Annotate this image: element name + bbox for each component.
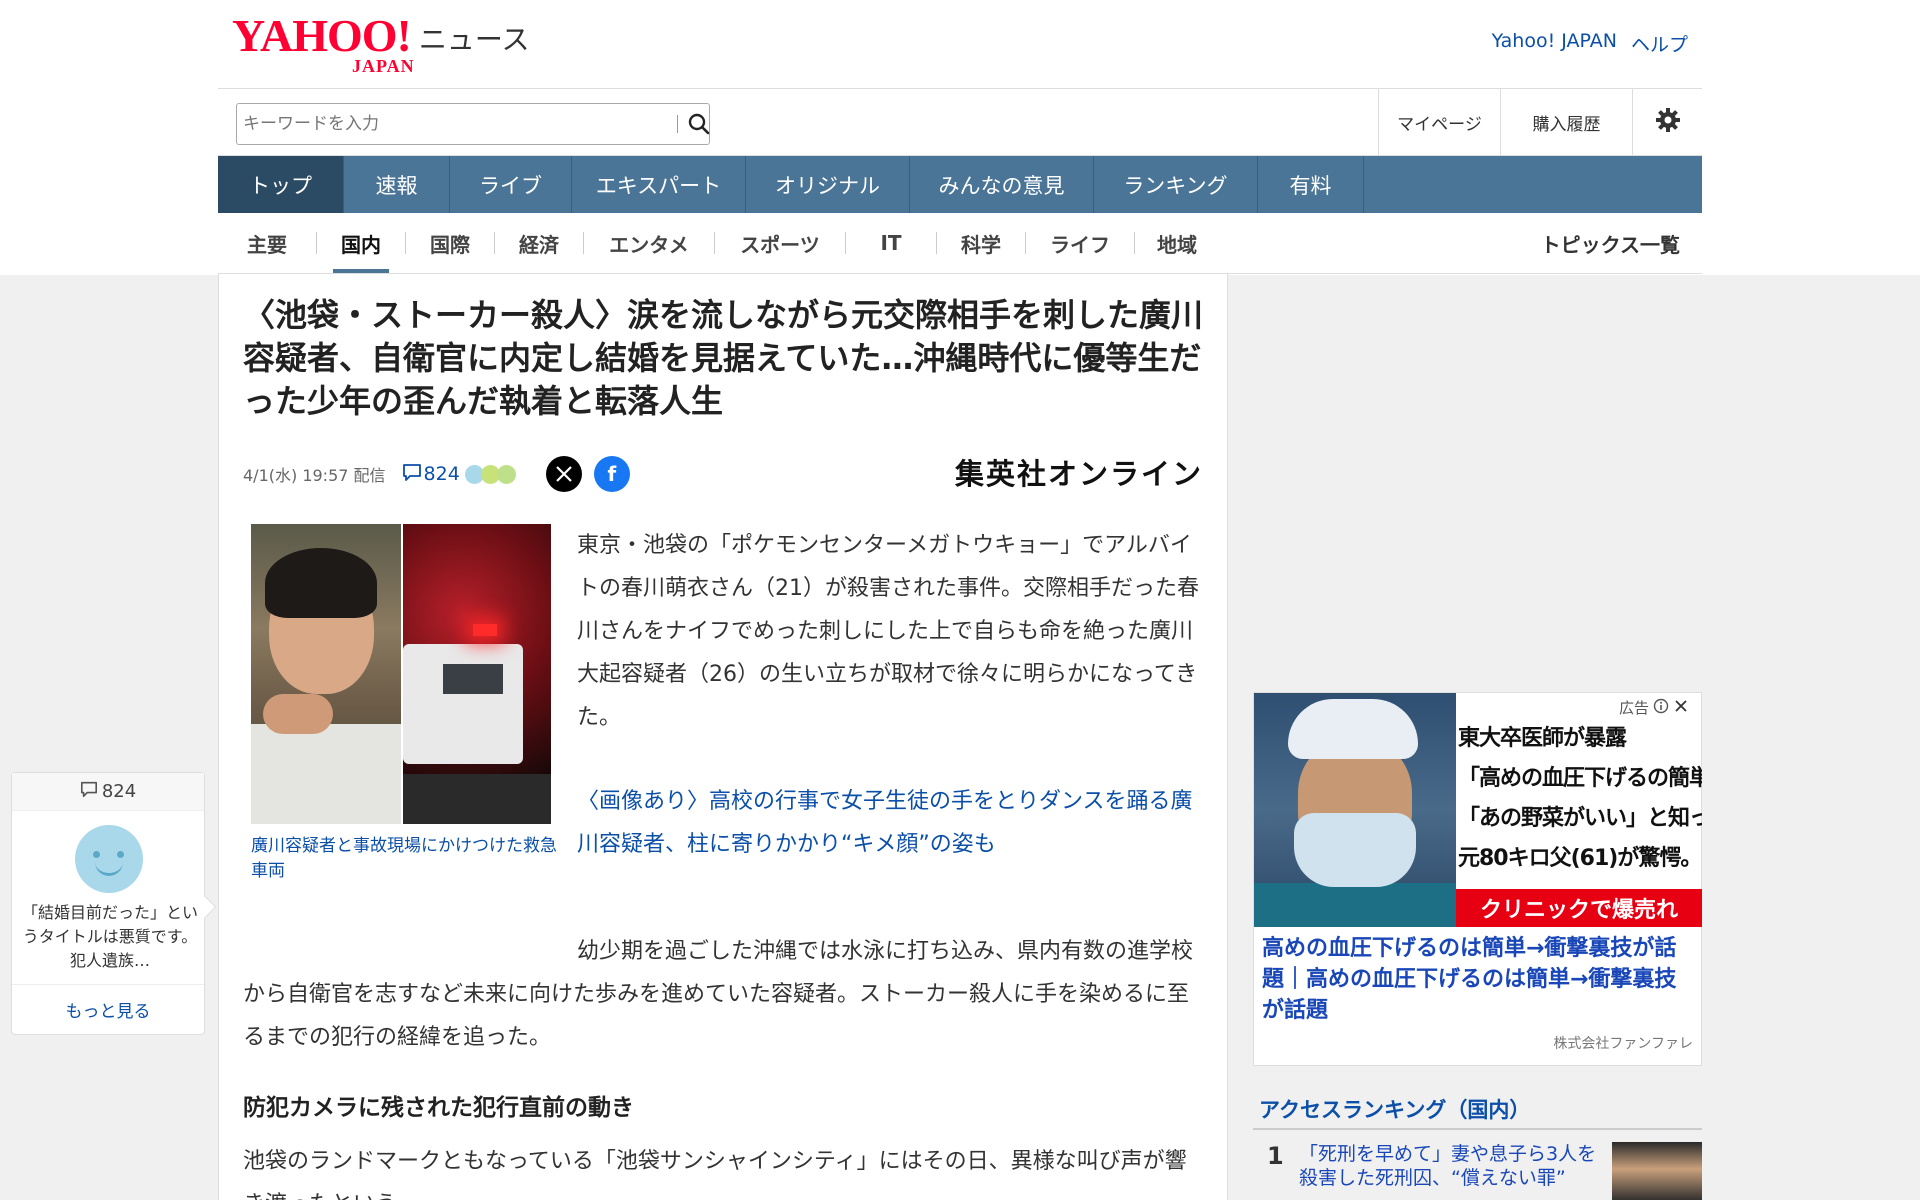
suspect-photo bbox=[251, 524, 401, 824]
publish-date: 4/1(水) 19:57 配信 bbox=[243, 466, 386, 485]
category-region[interactable]: 地域 bbox=[1135, 213, 1219, 273]
gnav-tab-expert[interactable]: エキスパート bbox=[572, 156, 746, 213]
category-main[interactable]: 主要 bbox=[218, 213, 316, 273]
gear-icon bbox=[1655, 107, 1681, 138]
media-name[interactable]: 集英社オンライン bbox=[955, 454, 1203, 494]
article-paragraph: 池袋のランドマークともなっている「池袋サンシャインシティ」にはその日、異様な叫び… bbox=[243, 1149, 1187, 1200]
category-life[interactable]: ライフ bbox=[1026, 213, 1134, 273]
ranking-item-title: 「死刑を早めて」妻や息子ら3人を殺害した死刑囚、“償えない罪” bbox=[1299, 1143, 1597, 1189]
search-input[interactable] bbox=[243, 112, 663, 136]
article: 〈池袋・ストーカー殺人〉涙を流しながら元交際相手を刺した廣川容疑者、自衛官に内定… bbox=[218, 274, 1228, 1200]
ad-copy-line: 「高めの血圧下げるの簡単」 bbox=[1458, 766, 1702, 791]
close-icon[interactable] bbox=[1673, 698, 1689, 718]
ranking-thumbnail bbox=[1612, 1142, 1702, 1200]
photo-caption[interactable]: 廣川容疑者と事故現場にかけつけた救急車両 bbox=[251, 834, 561, 884]
logo-yahoo-text: YAHOO! bbox=[232, 10, 412, 61]
section-heading: 防犯カメラに残された犯行直前の動き bbox=[243, 1095, 634, 1121]
ad-copy: 東大卒医師が暴露 「高めの血圧下げるの簡単」 「あの野菜がいい」と知った 元80… bbox=[1458, 719, 1702, 879]
article-paragraph: 東京・池袋の「ポケモンセンターメガトウキョー」でアルバイトの春川萌衣さん（21）… bbox=[577, 533, 1199, 730]
toolbar: マイページ 購入履歴 bbox=[218, 88, 1702, 156]
gnav-tab-opinions[interactable]: みんなの意見 bbox=[910, 156, 1094, 213]
ad-copy-line: 東大卒医師が暴露 bbox=[1458, 726, 1627, 751]
yahoo-japan-link[interactable]: Yahoo! JAPAN bbox=[1492, 30, 1617, 57]
photo-ambulance bbox=[403, 644, 523, 764]
comment-count-link[interactable]: 824 bbox=[402, 462, 460, 487]
see-more-link[interactable]: もっと見る bbox=[12, 984, 204, 1034]
ad-cta-banner: クリニックで爆売れ bbox=[1456, 889, 1702, 927]
photo-siren bbox=[473, 624, 497, 636]
related-image-link[interactable]: 〈画像あり〉高校の行事で女子生徒の手をとりダンスを踊る廣川容疑者、柱に寄りかかり… bbox=[577, 780, 1207, 866]
ad-headline[interactable]: 高めの血圧下げるのは簡単→衝撃裏技が話題｜高めの血圧下げるのは簡単→衝撃裏技が話… bbox=[1262, 933, 1694, 1026]
mypage-link[interactable]: マイページ bbox=[1378, 89, 1500, 155]
ad-copy-line: 「あの野菜がいい」と知った bbox=[1458, 806, 1702, 831]
comment-widget-count[interactable]: 824 bbox=[12, 773, 204, 811]
article-photo[interactable] bbox=[251, 524, 551, 824]
ad-unit[interactable]: 東大卒医師が暴露 「高めの血圧下げるの簡単」 「あの野菜がいい」と知った 元80… bbox=[1253, 692, 1702, 1066]
ranking-title: アクセスランキング（国内） bbox=[1253, 1088, 1702, 1130]
category-international[interactable]: 国際 bbox=[406, 213, 494, 273]
ad-scrubs bbox=[1254, 883, 1456, 927]
gnav-tab-breaking[interactable]: 速報 bbox=[344, 156, 450, 213]
yahoo-news-logo[interactable]: YAHOO! JAPAN ニュース bbox=[232, 10, 530, 77]
header-links: Yahoo! JAPAN ヘルプ bbox=[1492, 30, 1688, 57]
comment-widget: 824 「結婚目前だった」というタイトルは悪質です。犯人遺族… もっと見る bbox=[11, 772, 217, 1035]
ad-surgical-cap bbox=[1288, 699, 1418, 759]
comment-count: 824 bbox=[423, 463, 460, 485]
comment-count: 824 bbox=[101, 781, 137, 802]
photo-hand bbox=[263, 694, 333, 734]
category-it[interactable]: IT bbox=[846, 213, 936, 273]
user-menu: マイページ 購入履歴 bbox=[1378, 89, 1702, 155]
ad-surgical-mask bbox=[1294, 813, 1416, 887]
ranking-item[interactable]: 1 「死刑を早めて」妻や息子ら3人を殺害した死刑囚、“償えない罪” bbox=[1253, 1142, 1702, 1200]
gnav-tab-ranking[interactable]: ランキング bbox=[1094, 156, 1258, 213]
ad-image bbox=[1254, 693, 1456, 927]
ad-label-text: 広告 bbox=[1618, 699, 1649, 717]
category-domestic[interactable]: 国内 bbox=[317, 213, 405, 273]
ad-sponsor: 株式会社ファンファレ bbox=[1553, 1036, 1693, 1052]
category-science[interactable]: 科学 bbox=[937, 213, 1025, 273]
access-ranking: アクセスランキング（国内） 1 「死刑を早めて」妻や息子ら3人を殺害した死刑囚、… bbox=[1253, 1088, 1702, 1200]
reaction-faces bbox=[464, 464, 516, 484]
search-box bbox=[236, 103, 710, 145]
category-entertainment[interactable]: エンタメ bbox=[584, 213, 714, 273]
logo-news-text: ニュース bbox=[418, 23, 530, 56]
search-divider bbox=[677, 115, 678, 133]
article-title: 〈池袋・ストーカー殺人〉涙を流しながら元交際相手を刺した廣川容疑者、自衛官に内定… bbox=[243, 296, 1204, 420]
share-buttons: f bbox=[545, 456, 630, 492]
category-sports[interactable]: スポーツ bbox=[715, 213, 845, 273]
smile-icon bbox=[75, 825, 143, 893]
settings-button[interactable] bbox=[1632, 89, 1702, 155]
article-meta: 4/1(水) 19:57 配信 824 f 集英社オンライン bbox=[243, 454, 1203, 494]
facebook-share-icon[interactable]: f bbox=[593, 456, 630, 492]
global-nav: トップ 速報 ライブ エキスパート オリジナル みんなの意見 ランキング 有料 bbox=[218, 156, 1702, 213]
search-icon[interactable] bbox=[685, 110, 713, 138]
purchase-history-link[interactable]: 購入履歴 bbox=[1500, 89, 1632, 155]
category-nav: 主要 国内 国際 経済 エンタメ スポーツ IT 科学 ライフ 地域 トピックス… bbox=[218, 213, 1702, 273]
ranking-number: 1 bbox=[1267, 1142, 1284, 1170]
ad-copy-line: 元80キロ父(61)が驚愕。 bbox=[1458, 846, 1702, 871]
comment-icon bbox=[402, 462, 422, 487]
help-link[interactable]: ヘルプ bbox=[1631, 30, 1688, 57]
comment-icon bbox=[80, 780, 98, 803]
topics-list-link[interactable]: トピックス一覧 bbox=[1541, 213, 1680, 273]
x-share-icon[interactable] bbox=[545, 456, 582, 492]
ambulance-photo bbox=[403, 524, 551, 824]
top-comment-text[interactable]: 「結婚目前だった」というタイトルは悪質です。犯人遺族… bbox=[22, 901, 198, 973]
frown-icon bbox=[496, 464, 516, 484]
gnav-tab-paid[interactable]: 有料 bbox=[1258, 156, 1364, 213]
info-icon[interactable] bbox=[1653, 698, 1669, 718]
ad-label: 広告 bbox=[1619, 697, 1689, 718]
photo-hair bbox=[265, 548, 377, 618]
article-paragraph: 幼少期を過ごした沖縄では水泳に打ち込み、県内有数の進学校から自衛官を志すなど未来… bbox=[243, 939, 1194, 1050]
gnav-tab-original[interactable]: オリジナル bbox=[746, 156, 910, 213]
gnav-tab-top[interactable]: トップ bbox=[218, 156, 344, 213]
gnav-tab-live[interactable]: ライブ bbox=[450, 156, 572, 213]
logo-japan-text: JAPAN bbox=[352, 56, 415, 76]
category-economy[interactable]: 経済 bbox=[495, 213, 583, 273]
photo-ground bbox=[403, 774, 551, 824]
photo-shirt bbox=[251, 724, 401, 824]
